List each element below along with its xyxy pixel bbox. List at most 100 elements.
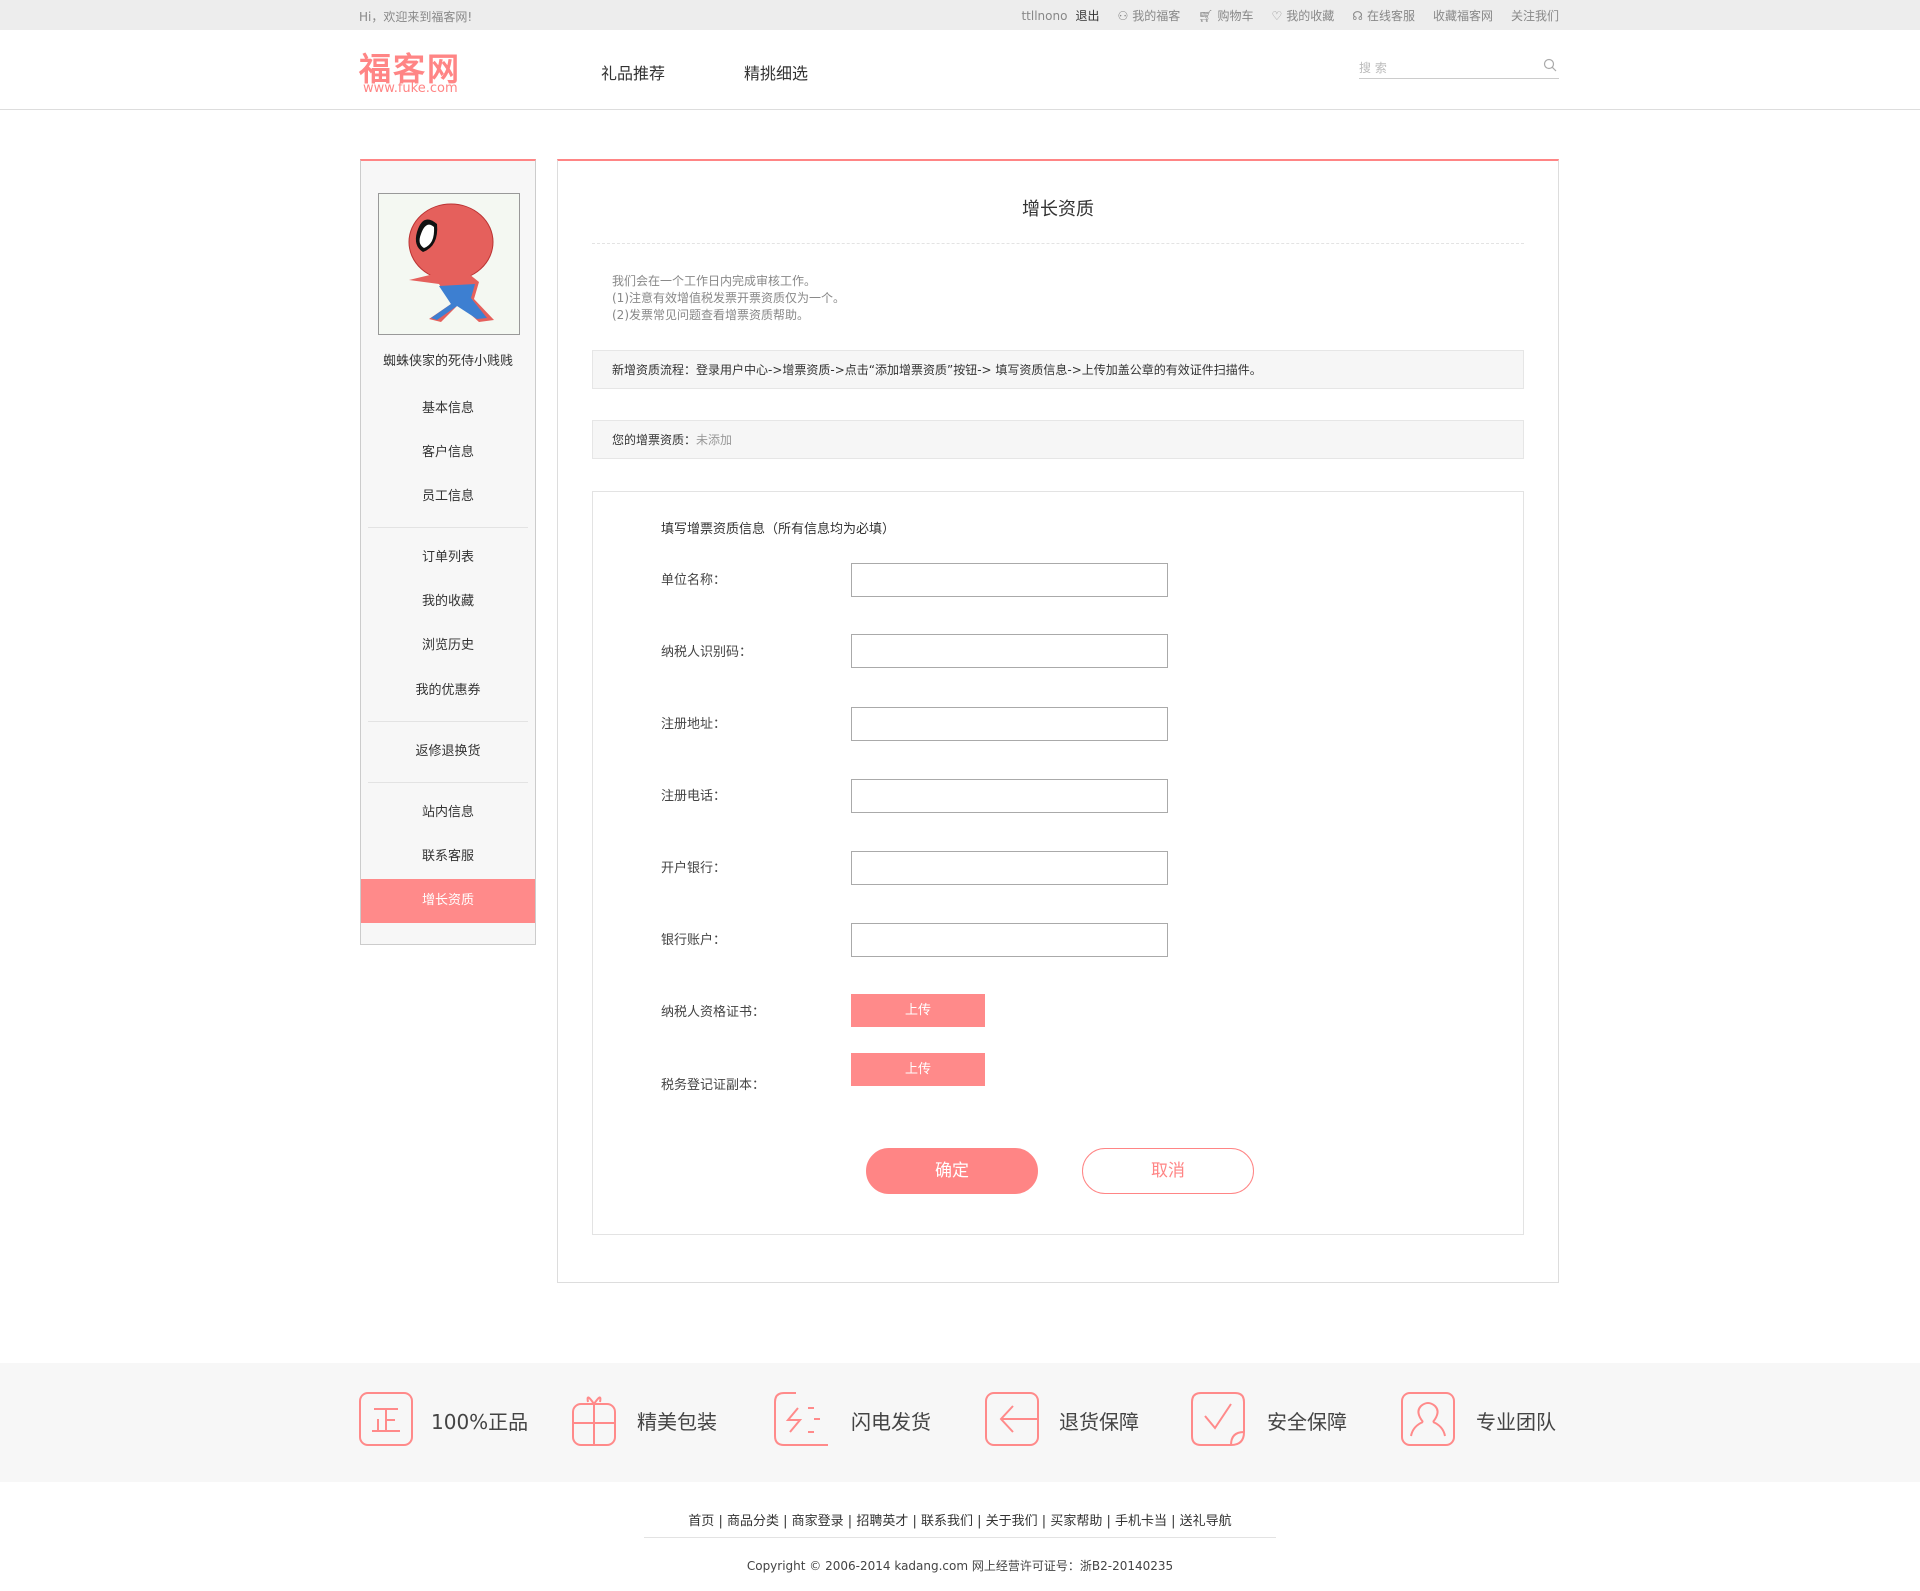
follow-link[interactable]: 关注我们 [1511,7,1559,24]
footer-link[interactable]: 手机卡当 [1115,1514,1167,1529]
sidebar-item-staff-info[interactable]: 员工信息 [361,475,535,519]
search-icon[interactable] [1543,58,1557,72]
separator: | [714,1514,727,1529]
registered-phone-input[interactable] [851,779,1168,813]
sidebar-item-history[interactable]: 浏览历史 [361,624,535,668]
registered-address-input[interactable] [851,707,1168,741]
flow-info: 新增资质流程：登录用户中心->增票资质->点击“添加增票资质”按钮-> 填写资质… [592,350,1524,389]
feature-label: 100%正品 [431,1410,529,1434]
logout-link[interactable]: 退出 [1075,7,1099,24]
lightning-icon [774,1392,828,1446]
cart-link[interactable]: 🛒︎ 购物车 [1198,7,1253,24]
company-name-input[interactable] [851,563,1168,597]
sidebar: 蜘蛛侠家的死侍小贱贱 基本信息 客户信息 员工信息 订单列表 我的收藏 浏览历史… [360,159,536,945]
top-links: ttllnono 退出 ⚇ 我的福客 🛒︎ 购物车 ♡ 我的收藏 ☊ 在线客服 收藏福客网… [1021,7,1559,24]
feature-label: 精美包装 [637,1410,717,1434]
divider [644,1537,1276,1538]
bookmark-link[interactable]: 收藏福客网 [1433,7,1493,24]
main-panel: 增长资质 我们会在一个工作日内完成审核工作。 (1)注意有效增值税发票开票资质仅… [557,159,1559,1283]
username[interactable]: ttllnono [1021,9,1067,23]
footer-link[interactable]: 关于我们 [986,1514,1038,1529]
nav-selected[interactable]: 精挑细选 [744,60,808,84]
top-bar: Hi，欢迎来到福客网! ttllnono 退出 ⚇ 我的福客 🛒︎ 购物车 ♡ 我的收藏… [0,0,1920,30]
separator: | [1102,1514,1115,1529]
separator: | [1037,1514,1051,1529]
field-label: 注册地址： [661,717,727,732]
separator: | [908,1514,921,1529]
gift-icon [572,1396,616,1446]
confirm-button[interactable]: 确定 [866,1148,1038,1194]
upload-taxpayer-cert-button[interactable]: 上传 [851,994,985,1027]
footer-links: 首页 | 商品分类 | 商家登录 | 招聘英才 | 联系我们 | 关于我们 | … [0,1510,1920,1529]
footer-link[interactable]: 送礼导航 [1180,1514,1232,1529]
support-link[interactable]: ☊ 在线客服 [1352,7,1415,24]
separator: | [973,1514,986,1529]
note: 我们会在一个工作日内完成审核工作。 [612,274,817,288]
bank-name-input[interactable] [851,851,1168,885]
link-label: 购物车 [1217,9,1254,23]
field-label: 开户银行： [661,861,727,876]
footer-link[interactable]: 联系我们 [921,1514,973,1529]
divider [368,721,528,722]
sidebar-item-qualification[interactable]: 增长资质 [361,879,535,923]
footer-link[interactable]: 买家帮助 [1050,1514,1102,1529]
user-icon: ⚇ [1117,8,1129,23]
separator: | [1167,1514,1180,1529]
avatar [378,193,520,335]
sidebar-item-basic-info[interactable]: 基本信息 [361,387,535,431]
header: 福客网 www.fuke.com 礼品推荐 精挑细选 搜 索 [0,30,1920,110]
feature-label: 闪电发货 [851,1410,931,1434]
field-label: 单位名称： [661,573,727,588]
upload-tax-registration-button[interactable]: 上传 [851,1053,985,1086]
footer-link[interactable]: 商品分类 [727,1514,779,1529]
cart-icon: 🛒︎ [1198,8,1214,23]
link-label: 我的收藏 [1286,9,1335,23]
field-label: 银行账户： [661,933,727,948]
team-icon [1401,1392,1455,1446]
form-title: 填写增票资质信息（所有信息均为必填） [661,522,896,537]
divider [592,243,1524,244]
page-title: 增长资质 [1022,199,1094,220]
field-label: 注册电话： [661,789,727,804]
sidebar-item-customer-info[interactable]: 客户信息 [361,431,535,475]
footer-link[interactable]: 首页 [688,1514,714,1529]
sidebar-item-coupons[interactable]: 我的优惠券 [361,669,535,713]
feature-label: 专业团队 [1476,1410,1556,1434]
nav-gift-recommend[interactable]: 礼品推荐 [601,60,665,84]
sidebar-item-favorites[interactable]: 我的收藏 [361,580,535,624]
feature-label: 退货保障 [1059,1410,1139,1434]
search-placeholder: 搜 索 [1359,61,1387,75]
search-input[interactable]: 搜 索 [1359,55,1559,79]
status-info: 您的增票资质： 未添加 [592,420,1524,459]
copyright: Copyright © 2006-2014 kadang.com 网上经营许可证… [746,1559,1174,1573]
link-label: 在线客服 [1366,9,1415,23]
sidebar-item-contact-support[interactable]: 联系客服 [361,835,535,879]
feature-label: 安全保障 [1267,1410,1347,1434]
footer-link[interactable]: 商家登录 [792,1514,844,1529]
note: (2)发票常见问题查看增票资质帮助。 [612,308,809,322]
taxpayer-id-input[interactable] [851,634,1168,668]
footer-link[interactable]: 招聘英才 [856,1514,908,1529]
field-label: 纳税人识别码： [661,645,753,660]
status-value: 未添加 [696,433,733,447]
my-fuke-link[interactable]: ⚇ 我的福客 [1117,7,1180,24]
heart-icon: ♡ [1271,8,1283,23]
favorites-link[interactable]: ♡ 我的收藏 [1272,7,1335,24]
field-label: 税务登记证副本： [661,1078,766,1093]
separator: | [778,1514,792,1529]
authentic-icon [359,1392,413,1446]
separator: | [843,1514,857,1529]
sidebar-item-orders[interactable]: 订单列表 [361,536,535,580]
cancel-button[interactable]: 取消 [1082,1148,1254,1194]
notes: 我们会在一个工作日内完成审核工作。 (1)注意有效增值税发票开票资质仅为一个。 … [612,273,845,324]
headset-icon: ☊ [1352,8,1363,23]
note: (1)注意有效增值税发票开票资质仅为一个。 [612,291,845,305]
logo-url: www.fuke.com [363,81,458,96]
username: 蜘蛛侠家的死侍小贱贱 [382,354,513,369]
bank-account-input[interactable] [851,923,1168,957]
divider [368,527,528,528]
sidebar-item-returns[interactable]: 返修退换货 [361,730,535,774]
sidebar-item-messages[interactable]: 站内信息 [361,791,535,835]
features-band: 100%正品 精美包装 闪电发货 退货保障 安全保障 专业团队 [0,1363,1920,1482]
field-label: 纳税人资格证书： [661,1005,766,1020]
